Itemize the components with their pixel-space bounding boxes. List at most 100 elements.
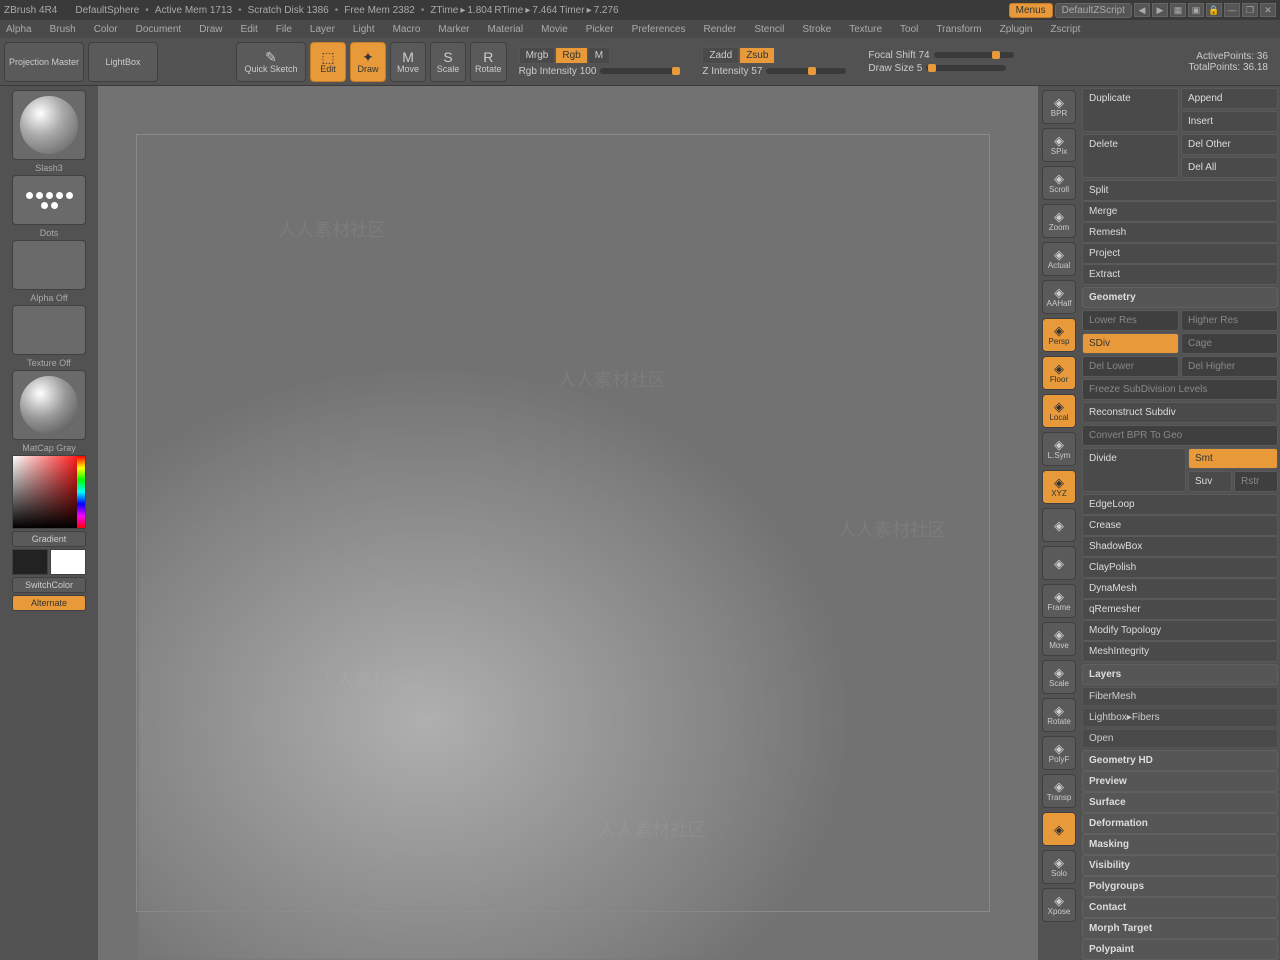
move-button[interactable]: MMove <box>390 42 426 82</box>
menu-stencil[interactable]: Stencil <box>754 24 784 35</box>
append-button[interactable]: Append <box>1181 88 1278 109</box>
menu-preferences[interactable]: Preferences <box>632 24 686 35</box>
section-deformation[interactable]: Deformation <box>1082 813 1278 834</box>
right-icon-L.Sym[interactable]: ◈L.Sym <box>1042 432 1076 466</box>
right-icon-Scroll[interactable]: ◈Scroll <box>1042 166 1076 200</box>
scale-button[interactable]: SScale <box>430 42 466 82</box>
op-split[interactable]: Split <box>1082 180 1278 201</box>
menu-zplugin[interactable]: Zplugin <box>1000 24 1033 35</box>
del-all-button[interactable]: Del All <box>1181 157 1278 178</box>
del-other-button[interactable]: Del Other <box>1181 134 1278 155</box>
alternate-button[interactable]: Alternate <box>12 595 86 611</box>
menu-macro[interactable]: Macro <box>393 24 421 35</box>
edit-button[interactable]: ⬚Edit <box>310 42 346 82</box>
menu-marker[interactable]: Marker <box>438 24 469 35</box>
default-zscript[interactable]: DefaultZScript <box>1055 3 1132 18</box>
switchcolor-button[interactable]: SwitchColor <box>12 577 86 593</box>
right-icon-Frame[interactable]: ◈Frame <box>1042 584 1076 618</box>
alpha-swatch[interactable] <box>12 240 86 290</box>
op-merge[interactable]: Merge <box>1082 201 1278 222</box>
right-icon-Solo[interactable]: ◈Solo <box>1042 850 1076 884</box>
arrow-right-icon[interactable]: ▶ <box>1152 3 1168 17</box>
right-icon-19[interactable]: ◈ <box>1042 812 1076 846</box>
right-icon-Persp[interactable]: ◈Persp <box>1042 318 1076 352</box>
viewport[interactable]: 人人素材社区 人人素材社区 人人素材社区 人人素材社区 人人素材社区 <box>98 86 1038 960</box>
layers-header[interactable]: Layers <box>1082 664 1278 685</box>
draw-button[interactable]: ✦Draw <box>350 42 386 82</box>
lightbox-button[interactable]: LightBox <box>88 42 158 82</box>
texture-swatch[interactable] <box>12 305 86 355</box>
section-morph-target[interactable]: Morph Target <box>1082 918 1278 939</box>
menu-transform[interactable]: Transform <box>936 24 981 35</box>
lock-icon[interactable]: 🔒 <box>1206 3 1222 17</box>
restore-icon[interactable]: ❐ <box>1242 3 1258 17</box>
right-icon-Move[interactable]: ◈Move <box>1042 622 1076 656</box>
menu-alpha[interactable]: Alpha <box>6 24 32 35</box>
reconstruct-subdiv[interactable]: Reconstruct Subdiv <box>1082 402 1278 423</box>
menu-layer[interactable]: Layer <box>310 24 335 35</box>
brush-swatch[interactable] <box>12 90 86 160</box>
geometry-header[interactable]: Geometry <box>1082 287 1278 308</box>
geom-qremesher[interactable]: qRemesher <box>1082 599 1278 620</box>
projection-master-button[interactable]: Projection Master <box>4 42 84 82</box>
geom-meshintegrity[interactable]: MeshIntegrity <box>1082 641 1278 662</box>
arrow-left-icon[interactable]: ◀ <box>1134 3 1150 17</box>
op-project[interactable]: Project <box>1082 243 1278 264</box>
rotate-button[interactable]: RRotate <box>470 42 507 82</box>
color-swatches[interactable] <box>12 549 86 575</box>
right-icon-Zoom[interactable]: ◈Zoom <box>1042 204 1076 238</box>
menu-stroke[interactable]: Stroke <box>802 24 831 35</box>
section-surface[interactable]: Surface <box>1082 792 1278 813</box>
section-contact[interactable]: Contact <box>1082 897 1278 918</box>
focal-shift-slider[interactable] <box>934 52 1014 58</box>
geom-edgeloop[interactable]: EdgeLoop <box>1082 494 1278 515</box>
divide-button[interactable]: Divide <box>1082 448 1186 492</box>
material-swatch[interactable] <box>12 370 86 440</box>
menu-light[interactable]: Light <box>353 24 375 35</box>
menu-document[interactable]: Document <box>136 24 182 35</box>
section-visibility[interactable]: Visibility <box>1082 855 1278 876</box>
minimize-icon[interactable]: — <box>1224 3 1240 17</box>
right-icon-Local[interactable]: ◈Local <box>1042 394 1076 428</box>
stroke-swatch[interactable] <box>12 175 86 225</box>
menu-edit[interactable]: Edit <box>241 24 258 35</box>
geom-claypolish[interactable]: ClayPolish <box>1082 557 1278 578</box>
right-icon-Actual[interactable]: ◈Actual <box>1042 242 1076 276</box>
menu-zscript[interactable]: Zscript <box>1050 24 1080 35</box>
menu-draw[interactable]: Draw <box>199 24 222 35</box>
delete-button[interactable]: Delete <box>1082 134 1179 178</box>
menu-tool[interactable]: Tool <box>900 24 918 35</box>
section-geometry-hd[interactable]: Geometry HD <box>1082 750 1278 771</box>
insert-button[interactable]: Insert <box>1181 111 1278 132</box>
rgb-intensity-slider[interactable] <box>600 68 680 74</box>
fibermesh-item[interactable]: FiberMesh <box>1082 687 1278 706</box>
right-icon-11[interactable]: ◈ <box>1042 508 1076 542</box>
op-extract[interactable]: Extract <box>1082 264 1278 285</box>
z-intensity-slider[interactable] <box>766 68 846 74</box>
section-preview[interactable]: Preview <box>1082 771 1278 792</box>
menu-material[interactable]: Material <box>488 24 524 35</box>
quick-sketch-button[interactable]: ✎Quick Sketch <box>236 42 306 82</box>
duplicate-button[interactable]: Duplicate <box>1082 88 1179 132</box>
right-icon-PolyF[interactable]: ◈PolyF <box>1042 736 1076 770</box>
menu-render[interactable]: Render <box>704 24 737 35</box>
gradient-button[interactable]: Gradient <box>12 531 86 547</box>
menu-texture[interactable]: Texture <box>849 24 882 35</box>
right-icon-12[interactable]: ◈ <box>1042 546 1076 580</box>
draw-size-slider[interactable] <box>926 65 1006 71</box>
menu-movie[interactable]: Movie <box>541 24 568 35</box>
right-icon-SPix[interactable]: ◈SPix <box>1042 128 1076 162</box>
section-polypaint[interactable]: Polypaint <box>1082 939 1278 960</box>
layout2-icon[interactable]: ▣ <box>1188 3 1204 17</box>
geom-crease[interactable]: Crease <box>1082 515 1278 536</box>
close-icon[interactable]: ✕ <box>1260 3 1276 17</box>
geom-dynamesh[interactable]: DynaMesh <box>1082 578 1278 599</box>
geom-modify-topology[interactable]: Modify Topology <box>1082 620 1278 641</box>
menu-brush[interactable]: Brush <box>50 24 76 35</box>
right-icon-AAHalf[interactable]: ◈AAHalf <box>1042 280 1076 314</box>
op-remesh[interactable]: Remesh <box>1082 222 1278 243</box>
section-masking[interactable]: Masking <box>1082 834 1278 855</box>
right-icon-Rotate[interactable]: ◈Rotate <box>1042 698 1076 732</box>
menus-button[interactable]: Menus <box>1009 3 1053 18</box>
color-picker[interactable] <box>12 455 86 529</box>
